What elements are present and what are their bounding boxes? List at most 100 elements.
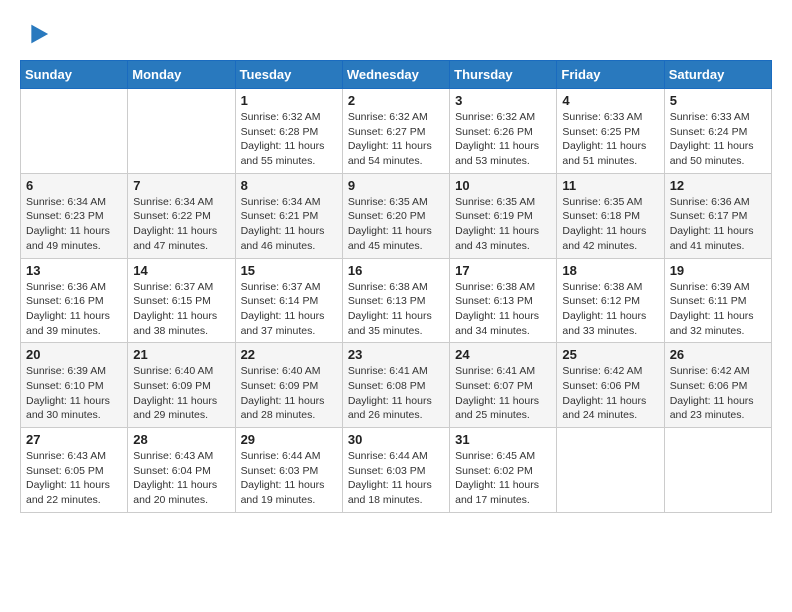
day-number: 27 — [26, 432, 122, 447]
calendar-cell: 19 Sunrise: 6:39 AM Sunset: 6:11 PM Dayli… — [664, 258, 771, 343]
day-number: 6 — [26, 178, 122, 193]
day-number: 13 — [26, 263, 122, 278]
logo — [20, 20, 50, 48]
day-detail: Sunrise: 6:32 AM Sunset: 6:26 PM Dayligh… — [455, 110, 551, 169]
day-number: 2 — [348, 93, 444, 108]
logo-icon — [22, 20, 50, 48]
weekday-header-sunday: Sunday — [21, 61, 128, 89]
week-row-5: 27 Sunrise: 6:43 AM Sunset: 6:05 PM Dayli… — [21, 428, 772, 513]
day-detail: Sunrise: 6:41 AM Sunset: 6:07 PM Dayligh… — [455, 364, 551, 423]
calendar-cell: 14Sunrise: 6:37 AM Sunset: 6:15 PM Dayli… — [128, 258, 235, 343]
day-detail: Sunrise: 6:38 AM Sunset: 6:12 PM Dayligh… — [562, 280, 658, 339]
day-number: 26 — [670, 347, 766, 362]
day-number: 1 — [241, 93, 337, 108]
day-detail: Sunrise: 6:37 AM Sunset: 6:15 PM Dayligh… — [133, 280, 229, 339]
calendar-cell: 11 Sunrise: 6:35 AM Sunset: 6:18 PM Dayli… — [557, 173, 664, 258]
day-number: 5 — [670, 93, 766, 108]
day-detail: Sunrise: 6:34 AM Sunset: 6:22 PM Dayligh… — [133, 195, 229, 254]
calendar-cell — [21, 89, 128, 174]
week-row-1: 1 Sunrise: 6:32 AM Sunset: 6:28 PM Daylig… — [21, 89, 772, 174]
day-detail: Sunrise: 6:40 AM Sunset: 6:09 PM Dayligh… — [133, 364, 229, 423]
day-detail: Sunrise: 6:44 AM Sunset: 6:03 PM Dayligh… — [241, 449, 337, 508]
page: SundayMondayTuesdayWednesdayThursdayFrid… — [0, 0, 792, 523]
calendar-header: SundayMondayTuesdayWednesdayThursdayFrid… — [21, 61, 772, 89]
day-detail: Sunrise: 6:34 AM Sunset: 6:23 PM Dayligh… — [26, 195, 122, 254]
day-number: 28 — [133, 432, 229, 447]
day-detail: Sunrise: 6:40 AM Sunset: 6:09 PM Dayligh… — [241, 364, 337, 423]
day-detail: Sunrise: 6:37 AM Sunset: 6:14 PM Dayligh… — [241, 280, 337, 339]
calendar-body: 1 Sunrise: 6:32 AM Sunset: 6:28 PM Daylig… — [21, 89, 772, 513]
day-detail: Sunrise: 6:34 AM Sunset: 6:21 PM Dayligh… — [241, 195, 337, 254]
day-detail: Sunrise: 6:42 AM Sunset: 6:06 PM Dayligh… — [562, 364, 658, 423]
day-detail: Sunrise: 6:35 AM Sunset: 6:20 PM Dayligh… — [348, 195, 444, 254]
calendar-cell: 18Sunrise: 6:38 AM Sunset: 6:12 PM Dayli… — [557, 258, 664, 343]
calendar-cell — [664, 428, 771, 513]
calendar-cell: 17Sunrise: 6:38 AM Sunset: 6:13 PM Dayli… — [450, 258, 557, 343]
day-detail: Sunrise: 6:32 AM Sunset: 6:28 PM Dayligh… — [241, 110, 337, 169]
calendar: SundayMondayTuesdayWednesdayThursdayFrid… — [20, 60, 772, 513]
day-detail: Sunrise: 6:36 AM Sunset: 6:17 PM Dayligh… — [670, 195, 766, 254]
weekday-header-thursday: Thursday — [450, 61, 557, 89]
calendar-cell: 30Sunrise: 6:44 AM Sunset: 6:03 PM Dayli… — [342, 428, 449, 513]
calendar-cell: 27 Sunrise: 6:43 AM Sunset: 6:05 PM Dayli… — [21, 428, 128, 513]
day-detail: Sunrise: 6:43 AM Sunset: 6:05 PM Dayligh… — [26, 449, 122, 508]
day-detail: Sunrise: 6:35 AM Sunset: 6:19 PM Dayligh… — [455, 195, 551, 254]
calendar-cell: 3Sunrise: 6:32 AM Sunset: 6:26 PM Daylig… — [450, 89, 557, 174]
calendar-cell: 6 Sunrise: 6:34 AM Sunset: 6:23 PM Daylig… — [21, 173, 128, 258]
day-detail: Sunrise: 6:33 AM Sunset: 6:25 PM Dayligh… — [562, 110, 658, 169]
calendar-cell: 13Sunrise: 6:36 AM Sunset: 6:16 PM Dayli… — [21, 258, 128, 343]
day-number: 10 — [455, 178, 551, 193]
day-number: 8 — [241, 178, 337, 193]
day-number: 25 — [562, 347, 658, 362]
day-number: 31 — [455, 432, 551, 447]
calendar-cell: 7 Sunrise: 6:34 AM Sunset: 6:22 PM Daylig… — [128, 173, 235, 258]
week-row-4: 20 Sunrise: 6:39 AM Sunset: 6:10 PM Dayli… — [21, 343, 772, 428]
calendar-cell: 10 Sunrise: 6:35 AM Sunset: 6:19 PM Dayli… — [450, 173, 557, 258]
weekday-header-tuesday: Tuesday — [235, 61, 342, 89]
day-number: 12 — [670, 178, 766, 193]
week-row-2: 6 Sunrise: 6:34 AM Sunset: 6:23 PM Daylig… — [21, 173, 772, 258]
day-number: 9 — [348, 178, 444, 193]
calendar-cell: 16Sunrise: 6:38 AM Sunset: 6:13 PM Dayli… — [342, 258, 449, 343]
calendar-cell: 1 Sunrise: 6:32 AM Sunset: 6:28 PM Daylig… — [235, 89, 342, 174]
day-detail: Sunrise: 6:45 AM Sunset: 6:02 PM Dayligh… — [455, 449, 551, 508]
weekday-header-friday: Friday — [557, 61, 664, 89]
calendar-cell: 5 Sunrise: 6:33 AM Sunset: 6:24 PM Daylig… — [664, 89, 771, 174]
calendar-cell: 2Sunrise: 6:32 AM Sunset: 6:27 PM Daylig… — [342, 89, 449, 174]
header — [20, 20, 772, 48]
calendar-cell: 21 Sunrise: 6:40 AM Sunset: 6:09 PM Dayli… — [128, 343, 235, 428]
calendar-cell: 9 Sunrise: 6:35 AM Sunset: 6:20 PM Daylig… — [342, 173, 449, 258]
calendar-cell: 29 Sunrise: 6:44 AM Sunset: 6:03 PM Dayli… — [235, 428, 342, 513]
calendar-cell: 12 Sunrise: 6:36 AM Sunset: 6:17 PM Dayli… — [664, 173, 771, 258]
calendar-cell: 8 Sunrise: 6:34 AM Sunset: 6:21 PM Daylig… — [235, 173, 342, 258]
day-detail: Sunrise: 6:39 AM Sunset: 6:11 PM Dayligh… — [670, 280, 766, 339]
weekday-header-monday: Monday — [128, 61, 235, 89]
day-detail: Sunrise: 6:42 AM Sunset: 6:06 PM Dayligh… — [670, 364, 766, 423]
day-detail: Sunrise: 6:41 AM Sunset: 6:08 PM Dayligh… — [348, 364, 444, 423]
calendar-cell: 4Sunrise: 6:33 AM Sunset: 6:25 PM Daylig… — [557, 89, 664, 174]
day-number: 17 — [455, 263, 551, 278]
calendar-cell: 20 Sunrise: 6:39 AM Sunset: 6:10 PM Dayli… — [21, 343, 128, 428]
day-detail: Sunrise: 6:43 AM Sunset: 6:04 PM Dayligh… — [133, 449, 229, 508]
calendar-cell: 26 Sunrise: 6:42 AM Sunset: 6:06 PM Dayli… — [664, 343, 771, 428]
calendar-cell — [557, 428, 664, 513]
calendar-cell: 22 Sunrise: 6:40 AM Sunset: 6:09 PM Dayli… — [235, 343, 342, 428]
day-number: 22 — [241, 347, 337, 362]
calendar-cell — [128, 89, 235, 174]
weekday-row: SundayMondayTuesdayWednesdayThursdayFrid… — [21, 61, 772, 89]
day-detail: Sunrise: 6:33 AM Sunset: 6:24 PM Dayligh… — [670, 110, 766, 169]
day-number: 21 — [133, 347, 229, 362]
day-number: 19 — [670, 263, 766, 278]
day-number: 20 — [26, 347, 122, 362]
day-number: 29 — [241, 432, 337, 447]
day-number: 16 — [348, 263, 444, 278]
week-row-3: 13Sunrise: 6:36 AM Sunset: 6:16 PM Dayli… — [21, 258, 772, 343]
calendar-cell: 28 Sunrise: 6:43 AM Sunset: 6:04 PM Dayli… — [128, 428, 235, 513]
day-detail: Sunrise: 6:39 AM Sunset: 6:10 PM Dayligh… — [26, 364, 122, 423]
day-number: 11 — [562, 178, 658, 193]
day-number: 30 — [348, 432, 444, 447]
calendar-cell: 25 Sunrise: 6:42 AM Sunset: 6:06 PM Dayli… — [557, 343, 664, 428]
day-detail: Sunrise: 6:35 AM Sunset: 6:18 PM Dayligh… — [562, 195, 658, 254]
day-number: 23 — [348, 347, 444, 362]
day-number: 7 — [133, 178, 229, 193]
